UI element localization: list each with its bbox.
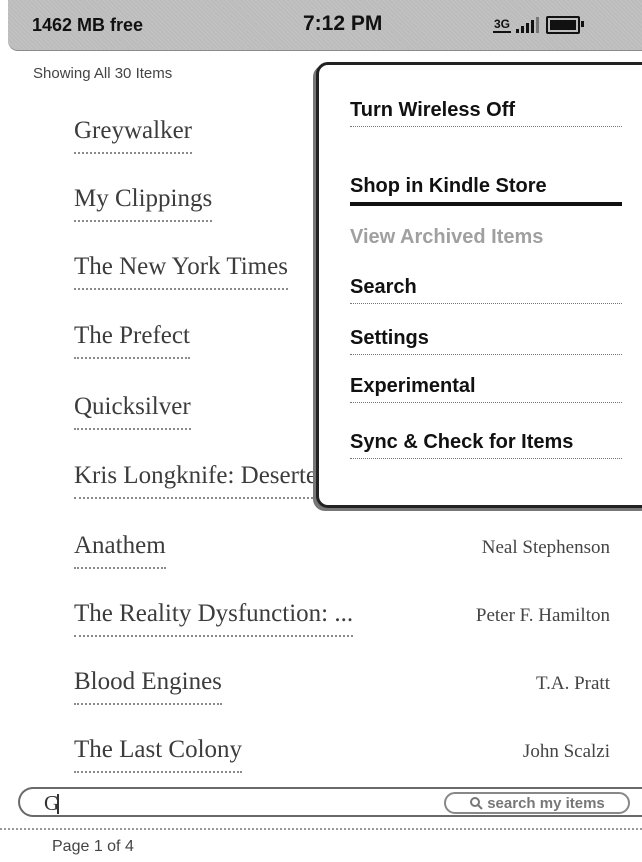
home-menu: Turn Wireless Off Shop in Kindle Store V… — [316, 62, 642, 508]
magnifier-icon — [470, 797, 483, 810]
item-title: Anathem — [74, 532, 166, 569]
item-title: The Reality Dysfunction: ... — [74, 600, 354, 637]
item-title: The Prefect — [74, 322, 190, 359]
text-cursor — [57, 794, 59, 814]
menu-item-shop-in-kindle-store[interactable]: Shop in Kindle Store — [350, 175, 622, 206]
item-title: The New York Times — [74, 253, 288, 290]
item-title: The Last Colony — [74, 736, 243, 773]
list-item[interactable]: The Reality Dysfunction: ... Peter F. Ha… — [0, 600, 642, 660]
menu-item-experimental[interactable]: Experimental — [350, 375, 622, 403]
search-input[interactable]: G search my items — [18, 787, 642, 817]
list-item[interactable]: Anathem Neal Stephenson — [0, 532, 642, 592]
item-title: My Clippings — [74, 185, 213, 222]
divider — [0, 828, 642, 830]
menu-item-search[interactable]: Search — [350, 276, 622, 304]
3g-icon: 3G — [493, 16, 512, 33]
status-bar: 1462 MB free 7:12 PM 3G — [8, 0, 642, 51]
menu-item-settings[interactable]: Settings — [350, 327, 622, 355]
item-title: Greywalker — [74, 117, 192, 154]
menu-item-sync-check-for-items[interactable]: Sync & Check for Items — [350, 431, 622, 459]
search-my-items-button[interactable]: search my items — [444, 792, 630, 814]
clock: 7:12 PM — [303, 12, 383, 35]
item-title: Quicksilver — [74, 393, 191, 430]
item-author: T.A. Pratt — [535, 673, 610, 694]
menu-item-view-archived-items: View Archived Items — [350, 226, 544, 248]
item-author: John Scalzi — [522, 741, 610, 762]
item-author: Neal Stephenson — [481, 537, 610, 558]
page-indicator: Page 1 of 4 — [52, 838, 134, 855]
item-author: Peter F. Hamilton — [475, 605, 610, 626]
search-button-label: search my items — [487, 794, 605, 812]
status-icons: 3G — [493, 16, 585, 34]
menu-item-turn-wireless-off[interactable]: Turn Wireless Off — [350, 99, 622, 127]
list-item[interactable]: Blood Engines T.A. Pratt — [0, 668, 642, 728]
free-space-label: 1462 MB free — [32, 15, 144, 35]
battery-icon — [546, 16, 585, 34]
showing-items-label: Showing All 30 Items — [33, 65, 173, 82]
signal-strength-icon — [516, 17, 541, 33]
item-title: Blood Engines — [74, 668, 222, 705]
item-title: Kris Longknife: Deserter — [74, 462, 326, 499]
